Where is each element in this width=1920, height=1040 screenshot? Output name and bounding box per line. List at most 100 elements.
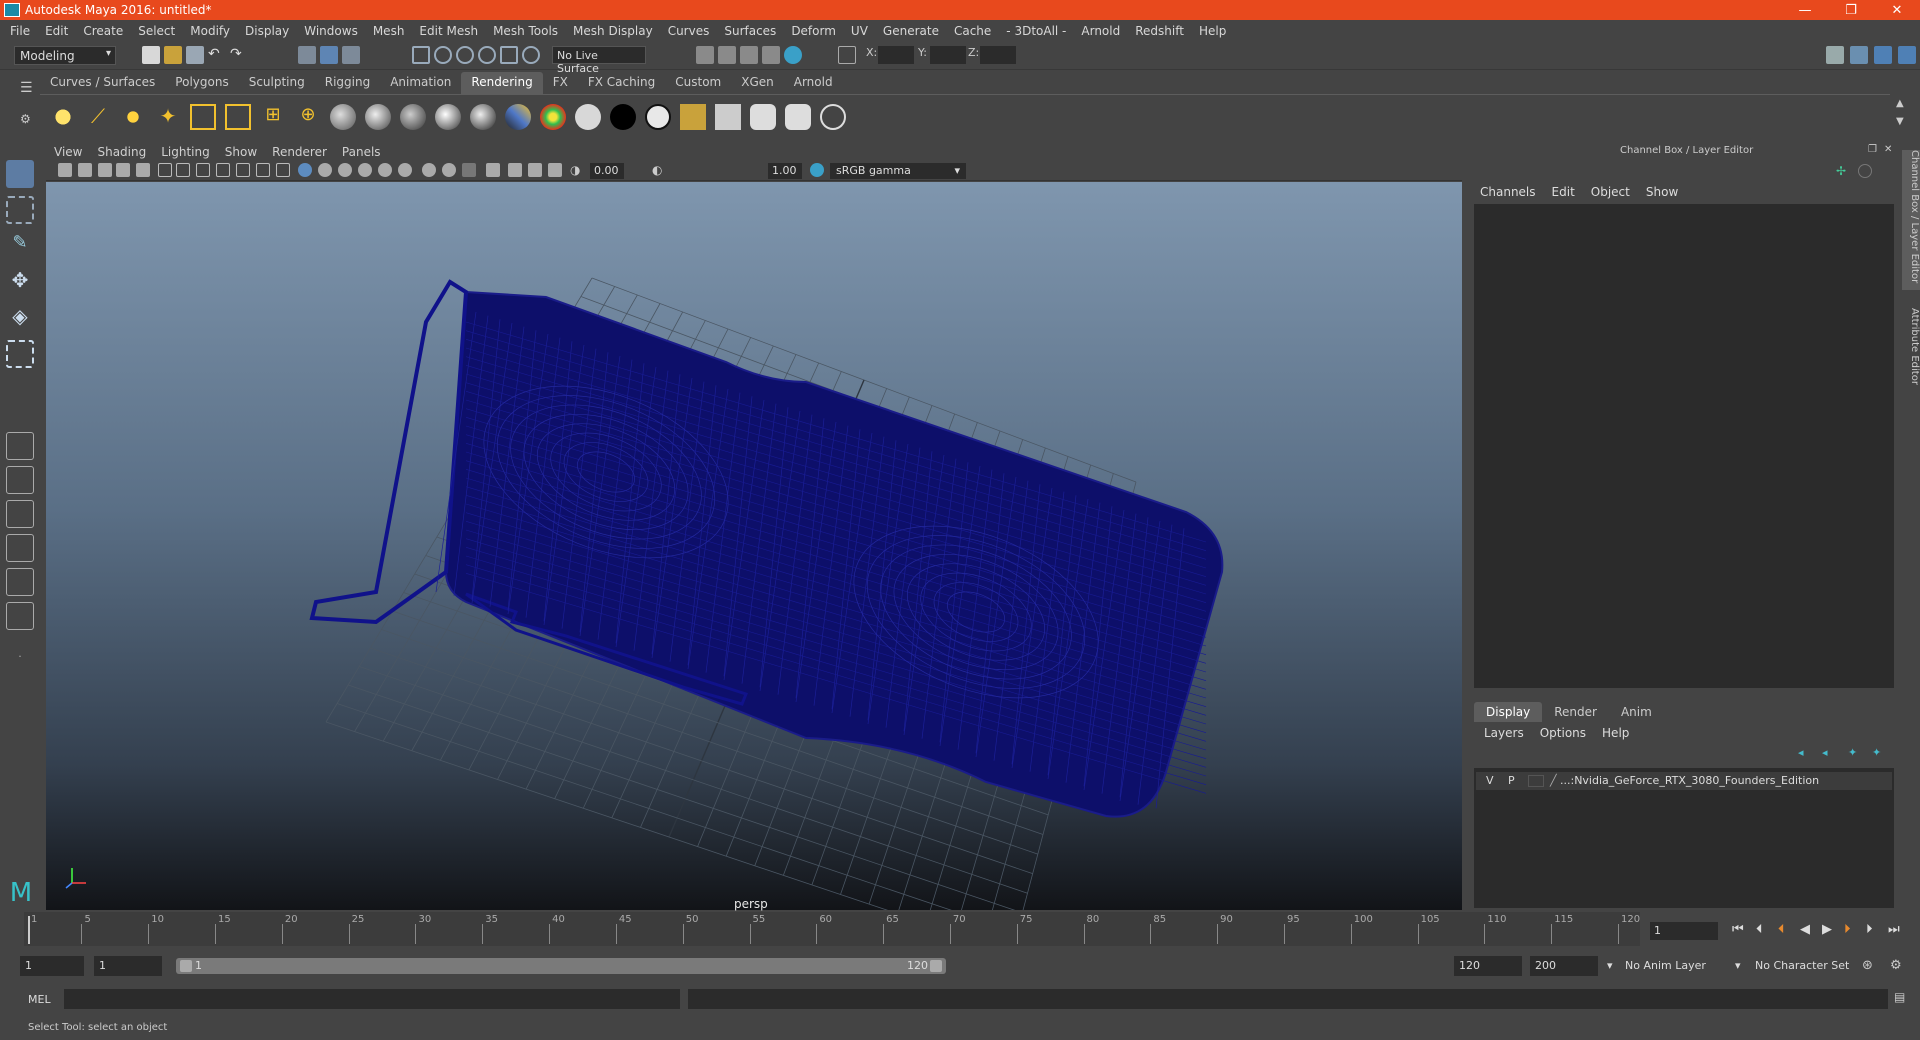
menu-surfaces[interactable]: Surfaces <box>724 24 776 38</box>
directional-light-icon[interactable]: ⟋ <box>85 104 111 130</box>
color-space-dropdown[interactable]: sRGB gamma ▾ <box>830 163 966 179</box>
go-to-end-button[interactable]: ⏭ <box>1888 922 1900 937</box>
outliner-persp-graph-layout-icon[interactable] <box>6 568 34 596</box>
surface-shader-icon[interactable] <box>575 104 601 130</box>
rotate-tool-icon[interactable]: ◈ <box>6 304 34 332</box>
time-slider[interactable]: 1 5 10 15 20 25 30 35 40 45 50 55 60 65 70 75 80 85 90 95 10… <box>24 912 1640 946</box>
menu-edit-mesh[interactable]: Edit Mesh <box>419 24 478 38</box>
layer-playback-toggle[interactable]: P <box>1508 774 1515 787</box>
vp-menu-panels[interactable]: Panels <box>342 145 381 159</box>
anim-layer-dropdown[interactable]: No Anim Layer <box>1620 956 1740 976</box>
panel-layout-icon[interactable] <box>1850 46 1868 64</box>
select-component-icon[interactable] <box>342 46 360 64</box>
cb-menu-show[interactable]: Show <box>1646 185 1678 199</box>
cb-sync-icon[interactable] <box>1858 164 1872 178</box>
cb-axis-icon[interactable]: ✢ <box>1836 164 1850 178</box>
minimize-button[interactable]: — <box>1782 3 1828 18</box>
shelf-tab-fx-caching[interactable]: FX Caching <box>578 72 665 94</box>
menu-arnold[interactable]: Arnold <box>1081 24 1120 38</box>
textured-icon[interactable] <box>358 163 372 177</box>
mode-selector[interactable]: Modeling ▾ <box>14 46 116 65</box>
safe-title-icon[interactable] <box>276 163 290 177</box>
auto-key-icon[interactable]: ⊛ <box>1862 958 1880 976</box>
grease-pencil-icon[interactable] <box>136 163 150 177</box>
point-light-icon[interactable] <box>120 104 146 130</box>
shelf-tab-polygons[interactable]: Polygons <box>165 72 238 94</box>
phong-shader-icon[interactable] <box>400 104 426 130</box>
camera-attributes-icon[interactable] <box>78 163 92 177</box>
snap-curve-icon[interactable] <box>434 46 452 64</box>
transform-mode-icon[interactable] <box>838 46 856 64</box>
move-layer-down-icon[interactable]: ◂ <box>1822 746 1838 762</box>
layer-menu-help[interactable]: Help <box>1602 726 1629 740</box>
menu-windows[interactable]: Windows <box>304 24 358 38</box>
layer-tab-display[interactable]: Display <box>1474 702 1543 722</box>
exposure-input[interactable]: 0.00 <box>590 163 624 179</box>
phong-e-shader-icon[interactable] <box>435 104 461 130</box>
layer-tab-render[interactable]: Render <box>1542 702 1609 722</box>
ipr-render-icon[interactable] <box>740 46 758 64</box>
new-layer-icon[interactable]: ✦ <box>1848 746 1864 762</box>
menu-display[interactable]: Display <box>245 24 289 38</box>
shadows-icon[interactable] <box>398 163 412 177</box>
lambert-shader-icon[interactable] <box>330 104 356 130</box>
redo-icon[interactable]: ↷ <box>230 46 248 64</box>
float-panel-icon[interactable]: ❐ <box>1868 144 1880 156</box>
menu-uv[interactable]: UV <box>851 24 868 38</box>
bookmark-icon[interactable] <box>98 163 112 177</box>
vp-menu-view[interactable]: View <box>54 145 82 159</box>
volume-light-icon[interactable] <box>225 104 251 130</box>
range-slider[interactable] <box>176 958 946 974</box>
maximize-button[interactable]: ❐ <box>1828 3 1874 18</box>
playback-end-field[interactable]: 120 <box>1454 956 1522 976</box>
shelf-menu-icon[interactable]: ☰ <box>20 80 38 98</box>
hypershade-layout-icon[interactable] <box>6 602 34 630</box>
render-view-icon[interactable] <box>696 46 714 64</box>
shelf-settings-icon[interactable]: ⚙ <box>20 112 38 130</box>
menu-3dtoall[interactable]: - 3DtoAll - <box>1006 24 1066 38</box>
snap-view-plane-icon[interactable] <box>478 46 496 64</box>
layer-color-swatch-icon[interactable]: ╱ <box>1550 774 1557 787</box>
open-scene-icon[interactable] <box>164 46 182 64</box>
image-plane-icon[interactable] <box>116 163 130 177</box>
snap-point-icon[interactable] <box>456 46 474 64</box>
camera-select-icon[interactable] <box>58 163 72 177</box>
render-view-shelf-icon[interactable] <box>680 104 706 130</box>
ambient-occlusion-icon[interactable] <box>422 163 436 177</box>
chevron-down-icon[interactable]: ▾ <box>1730 956 1746 976</box>
attribute-editor-toggle-icon[interactable] <box>1898 46 1916 64</box>
vp-menu-lighting[interactable]: Lighting <box>161 145 210 159</box>
exposure-icon[interactable]: ◑ <box>570 163 584 177</box>
vp-menu-shading[interactable]: Shading <box>97 145 146 159</box>
batch-render-icon[interactable] <box>785 104 811 130</box>
layer-menu-layers[interactable]: Layers <box>1484 726 1524 740</box>
ipr-shelf-icon[interactable] <box>750 104 776 130</box>
menu-mesh[interactable]: Mesh <box>373 24 405 38</box>
cb-menu-object[interactable]: Object <box>1591 185 1630 199</box>
gpu-model-wireframe[interactable] <box>309 279 1224 818</box>
camera-aim-icon[interactable]: ⊕ <box>295 104 321 130</box>
move-tool-icon[interactable]: ✥ <box>6 268 34 296</box>
menu-generate[interactable]: Generate <box>883 24 939 38</box>
ramp-shader-icon[interactable] <box>540 104 566 130</box>
snap-surface-icon[interactable] <box>500 46 518 64</box>
snap-grid-icon[interactable] <box>412 46 430 64</box>
current-frame-field[interactable]: 1 <box>1650 922 1718 940</box>
anti-aliasing-icon[interactable] <box>462 163 476 177</box>
animation-start-field[interactable]: 1 <box>20 956 84 976</box>
play-backwards-button[interactable]: ◀ <box>1800 922 1810 937</box>
shelf-tab-fx[interactable]: FX <box>543 72 578 94</box>
character-set-dropdown[interactable]: No Character Set <box>1750 956 1860 976</box>
spot-light-icon[interactable]: ✦ <box>155 104 181 130</box>
shelf-tab-rigging[interactable]: Rigging <box>315 72 380 94</box>
render-settings-shelf-icon[interactable] <box>820 104 846 130</box>
persp-graph-layout-icon[interactable] <box>6 500 34 528</box>
step-back-frame-button[interactable]: ⏴ <box>1756 922 1763 937</box>
layer-type-toggle[interactable] <box>1528 775 1544 787</box>
anisotropic-shader-icon[interactable] <box>470 104 496 130</box>
layer-tab-anim[interactable]: Anim <box>1609 702 1664 722</box>
channel-box-area[interactable] <box>1474 204 1894 688</box>
side-tab-channel-box[interactable]: Channel Box / Layer Editor <box>1902 150 1920 290</box>
blinn-shader-icon[interactable] <box>365 104 391 130</box>
channel-box-toggle-icon[interactable] <box>1874 46 1892 64</box>
